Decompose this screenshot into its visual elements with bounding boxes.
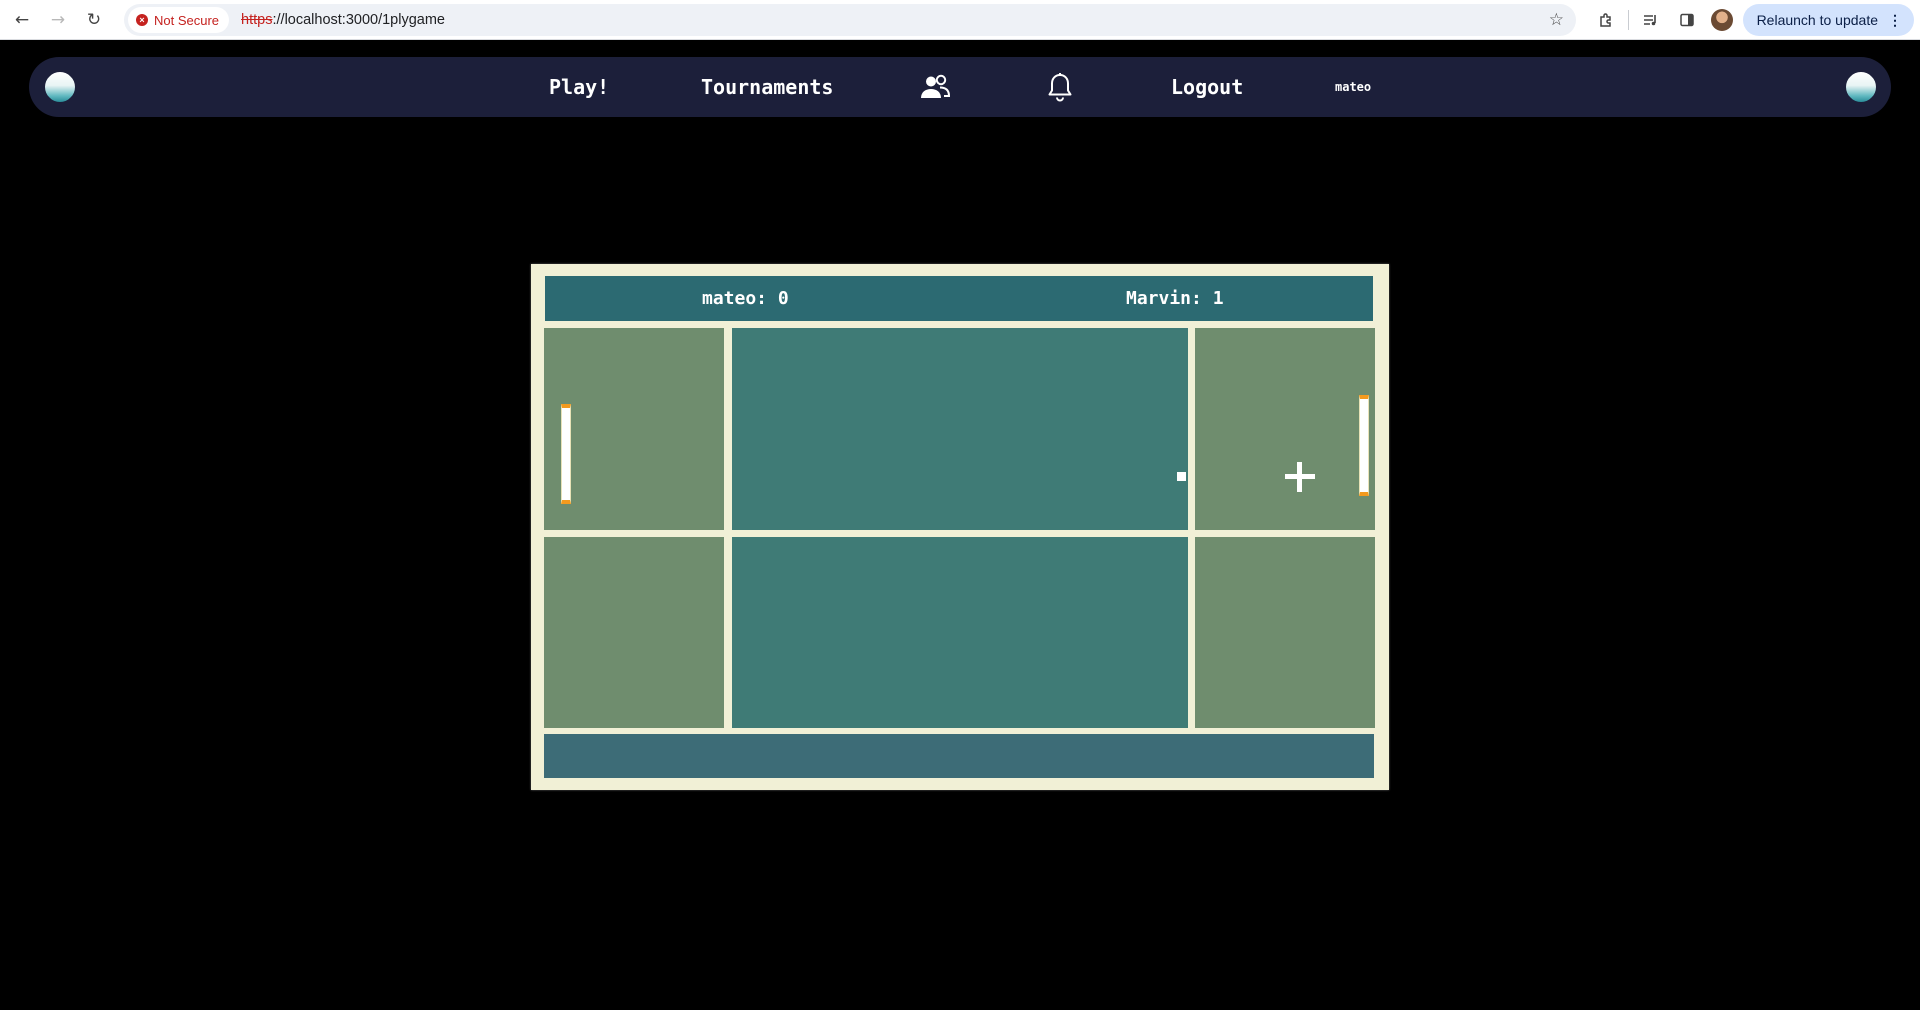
warning-icon: ×: [136, 14, 148, 26]
more-icon[interactable]: ⋮: [1888, 12, 1902, 29]
right-paddle: [1359, 395, 1369, 496]
ball: [1177, 472, 1186, 481]
pong-game-board[interactable]: mateo: 0 Marvin: 1: [531, 264, 1389, 790]
court-zone-bottom-middle: [732, 537, 1188, 728]
crosshair-cursor-icon: [1285, 462, 1315, 492]
profile-avatar[interactable]: [1710, 9, 1733, 31]
star-icon[interactable]: ☆: [1549, 10, 1564, 30]
side-panel-icon[interactable]: [1669, 2, 1705, 38]
scoreboard: mateo: 0 Marvin: 1: [545, 276, 1373, 321]
court-zone-top-middle: [732, 328, 1188, 530]
app-navbar: Play! Tournaments Logout mateo: [29, 57, 1891, 117]
player-left-score: mateo: 0: [702, 288, 789, 309]
browser-toolbar: ← → ↻ × Not Secure https://localhost:300…: [0, 0, 1920, 40]
player-right-score: Marvin: 1: [1126, 288, 1224, 309]
nav-tournaments-link[interactable]: Tournaments: [701, 57, 833, 117]
nav-logout-link[interactable]: Logout: [1171, 57, 1243, 117]
nav-username[interactable]: mateo: [1335, 57, 1371, 117]
users-icon[interactable]: [918, 71, 952, 103]
court-zone-top-right: [1195, 328, 1375, 530]
court-zone-bottom-right: [1195, 537, 1375, 728]
forward-arrow-icon[interactable]: →: [44, 6, 72, 34]
back-arrow-icon[interactable]: ←: [8, 6, 36, 34]
security-indicator[interactable]: × Not Secure: [128, 7, 230, 33]
reload-icon[interactable]: ↻: [80, 6, 108, 34]
bottom-bar: [544, 734, 1374, 778]
toolbar-divider: [1627, 10, 1629, 30]
security-label: Not Secure: [154, 12, 220, 28]
address-bar[interactable]: × Not Secure https://localhost:3000/1ply…: [124, 4, 1576, 36]
media-icon[interactable]: [1633, 2, 1669, 38]
court-zone-top-left: [544, 328, 724, 530]
relaunch-label: Relaunch to update: [1756, 12, 1878, 28]
left-paddle: [561, 404, 571, 504]
logo-right[interactable]: [1846, 72, 1876, 102]
relaunch-button[interactable]: Relaunch to update ⋮: [1742, 4, 1914, 36]
url-text[interactable]: https://localhost:3000/1plygame: [241, 12, 445, 28]
extensions-icon[interactable]: [1588, 2, 1624, 38]
logo-left[interactable]: [45, 72, 75, 102]
bell-icon[interactable]: [1043, 71, 1077, 103]
court-zone-bottom-left: [544, 537, 724, 728]
nav-play-link[interactable]: Play!: [549, 57, 609, 117]
